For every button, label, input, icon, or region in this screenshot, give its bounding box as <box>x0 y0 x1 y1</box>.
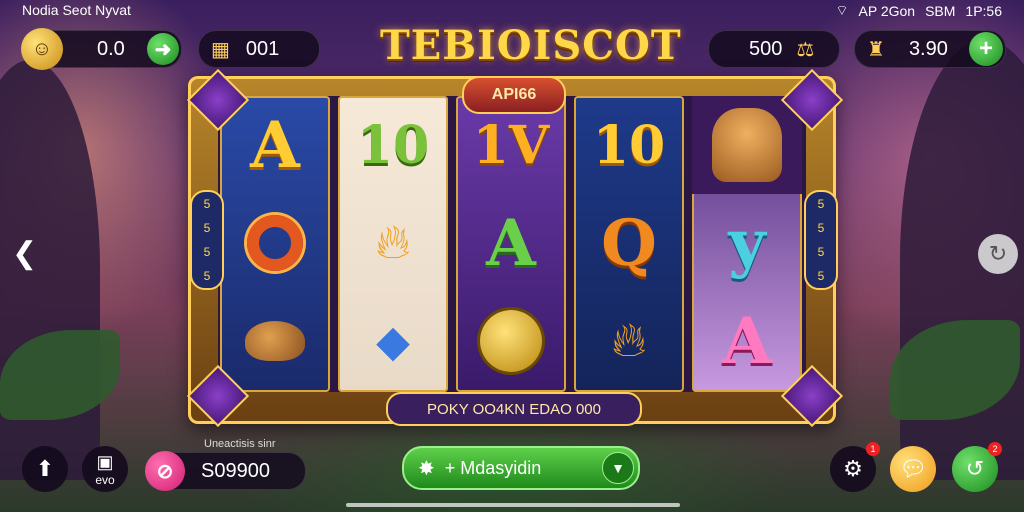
burst-icon: ✸ <box>418 457 435 480</box>
back-arrow-icon[interactable]: ❮ <box>12 236 37 271</box>
reel-5-symbol-3: A <box>692 292 802 390</box>
flame-icon: 🔥︎ <box>375 216 411 269</box>
right-balance-value: 3.90 <box>908 37 948 60</box>
balance-pill[interactable]: ⊘ S09900 <box>145 451 306 491</box>
settings-button[interactable]: ⚙ 1 <box>830 442 880 492</box>
payline-number: 5 <box>203 197 211 211</box>
status-time: 1P:56 <box>965 3 1002 19</box>
balance-value: S09900 <box>201 459 270 482</box>
reel-3: 1V A <box>456 96 566 392</box>
gems-value: 001 <box>245 37 280 60</box>
avatar-coin-icon: ☺ <box>21 28 63 70</box>
lion-icon <box>712 108 782 182</box>
reel-4-symbol-1: 10 <box>574 96 684 194</box>
payline-number: 5 <box>203 245 211 259</box>
reel-3-symbol-3 <box>456 292 566 390</box>
payline-number: 5 <box>817 245 825 259</box>
replay-button[interactable]: ↺ 2 <box>952 442 1002 492</box>
wifi-icon: ⌔ <box>835 2 849 18</box>
add-left-icon[interactable]: ➜ <box>147 33 179 65</box>
game-title: TEBIOISCOT <box>380 22 682 69</box>
chat-button[interactable]: 💬︎ <box>890 446 936 492</box>
reel-5: y A <box>692 96 802 392</box>
scale-icon: ⚖ <box>796 38 815 61</box>
reel-5-symbol-2: y <box>692 194 802 292</box>
reels-area: A 10 🔥︎ ◆ 1V A 10 Q 🔥︎ y A <box>218 96 806 392</box>
reel-1-symbol-3 <box>220 292 330 390</box>
symbol-number: 10 <box>592 114 666 176</box>
left-balance-pill[interactable]: ☺ 0.0 ➜ <box>21 28 182 70</box>
reel-4: 10 Q 🔥︎ <box>574 96 684 392</box>
payline-number: 5 <box>817 197 825 211</box>
game-badge: API66 <box>462 76 566 114</box>
status-bar: Nodia Seot Nyvat ⌔ AP 2Gon SBM 1P:56 <box>0 0 1024 22</box>
symbol-number: 1V <box>472 114 550 176</box>
up-arrow-icon: ⬆ <box>35 456 55 481</box>
chest-icon: ▦ <box>211 38 230 61</box>
replay-icon: ↺ <box>965 456 985 481</box>
add-balance-button[interactable]: + <box>969 32 1003 66</box>
chat-bubble-icon: 💬︎ <box>899 456 927 481</box>
paylines-left[interactable]: 5 5 5 5 <box>190 190 224 290</box>
symbol-number: 10 <box>356 114 430 176</box>
status-info: AP 2Gon <box>858 3 916 19</box>
paylines-right[interactable]: 5 5 5 5 <box>804 190 838 290</box>
slot-frame: A 10 🔥︎ ◆ 1V A 10 Q 🔥︎ y A <box>188 76 836 424</box>
reel-3-symbol-2: A <box>456 194 566 292</box>
chip-icon: ⊘ <box>145 451 185 491</box>
reel-1-symbol-2 <box>220 194 330 292</box>
win-info-bar: POKY OO4KN EDAO 000 <box>386 392 642 426</box>
flame-icon: 🔥︎ <box>611 314 647 367</box>
payline-number: 5 <box>203 221 211 235</box>
ring-icon <box>247 215 303 271</box>
gear-icon: ⚙ <box>843 456 863 481</box>
battery-icon: SBM <box>925 3 956 19</box>
status-title: Nodia Seot Nyvat <box>22 2 131 18</box>
spin-button[interactable]: ✸ + Mdasyidin ▼ <box>402 446 640 490</box>
device-icon: ▣ <box>96 451 114 472</box>
dropdown-chevron-icon[interactable]: ▼ <box>602 452 634 484</box>
symbol-letter: A <box>722 303 772 379</box>
coin-icon <box>480 310 542 372</box>
status-right: ⌔ AP 2Gon SBM 1P:56 <box>835 2 1002 20</box>
reel-2-symbol-1: 10 <box>338 96 448 194</box>
right-balance-pill[interactable]: ♜ 3.90 + <box>854 30 1006 68</box>
replay-badge: 2 <box>988 442 1002 456</box>
payline-number: 5 <box>817 221 825 235</box>
payline-number: 5 <box>817 269 825 283</box>
gems-icon: ◆ <box>376 316 410 366</box>
symbol-letter: y <box>728 205 766 281</box>
reel-2: 10 🔥︎ ◆ <box>338 96 448 392</box>
reel-1: A <box>220 96 330 392</box>
payline-number: 5 <box>203 269 211 283</box>
reel-4-symbol-3: 🔥︎ <box>574 292 684 390</box>
money-bag-icon: ♜ <box>867 38 885 61</box>
reel-4-symbol-2: Q <box>574 194 684 292</box>
menu-button[interactable]: ▣ evo <box>82 446 128 492</box>
settings-badge: 1 <box>866 442 880 456</box>
home-indicator <box>346 503 680 507</box>
reel-2-symbol-2: 🔥︎ <box>338 194 448 292</box>
left-balance-value: 0.0 <box>97 37 125 60</box>
balance-label: Uneactisis sinr <box>204 438 276 450</box>
refresh-icon[interactable]: ↻ <box>978 234 1018 274</box>
symbol-letter: Q <box>601 205 657 281</box>
nut-icon <box>245 321 305 361</box>
reel-5-symbol-1 <box>692 96 802 194</box>
spin-label: + Mdasyidin <box>444 457 542 478</box>
home-button[interactable]: ⬆ <box>22 446 68 492</box>
menu-label: evo <box>95 472 115 487</box>
symbol-letter: A <box>250 107 300 183</box>
reel-2-symbol-3: ◆ <box>338 292 448 390</box>
gems-pill[interactable]: ▦ 001 <box>198 30 320 68</box>
symbol-letter: A <box>486 205 536 281</box>
coins-pill[interactable]: 500 ⚖ <box>708 30 840 68</box>
coins-value: 500 <box>749 37 783 60</box>
